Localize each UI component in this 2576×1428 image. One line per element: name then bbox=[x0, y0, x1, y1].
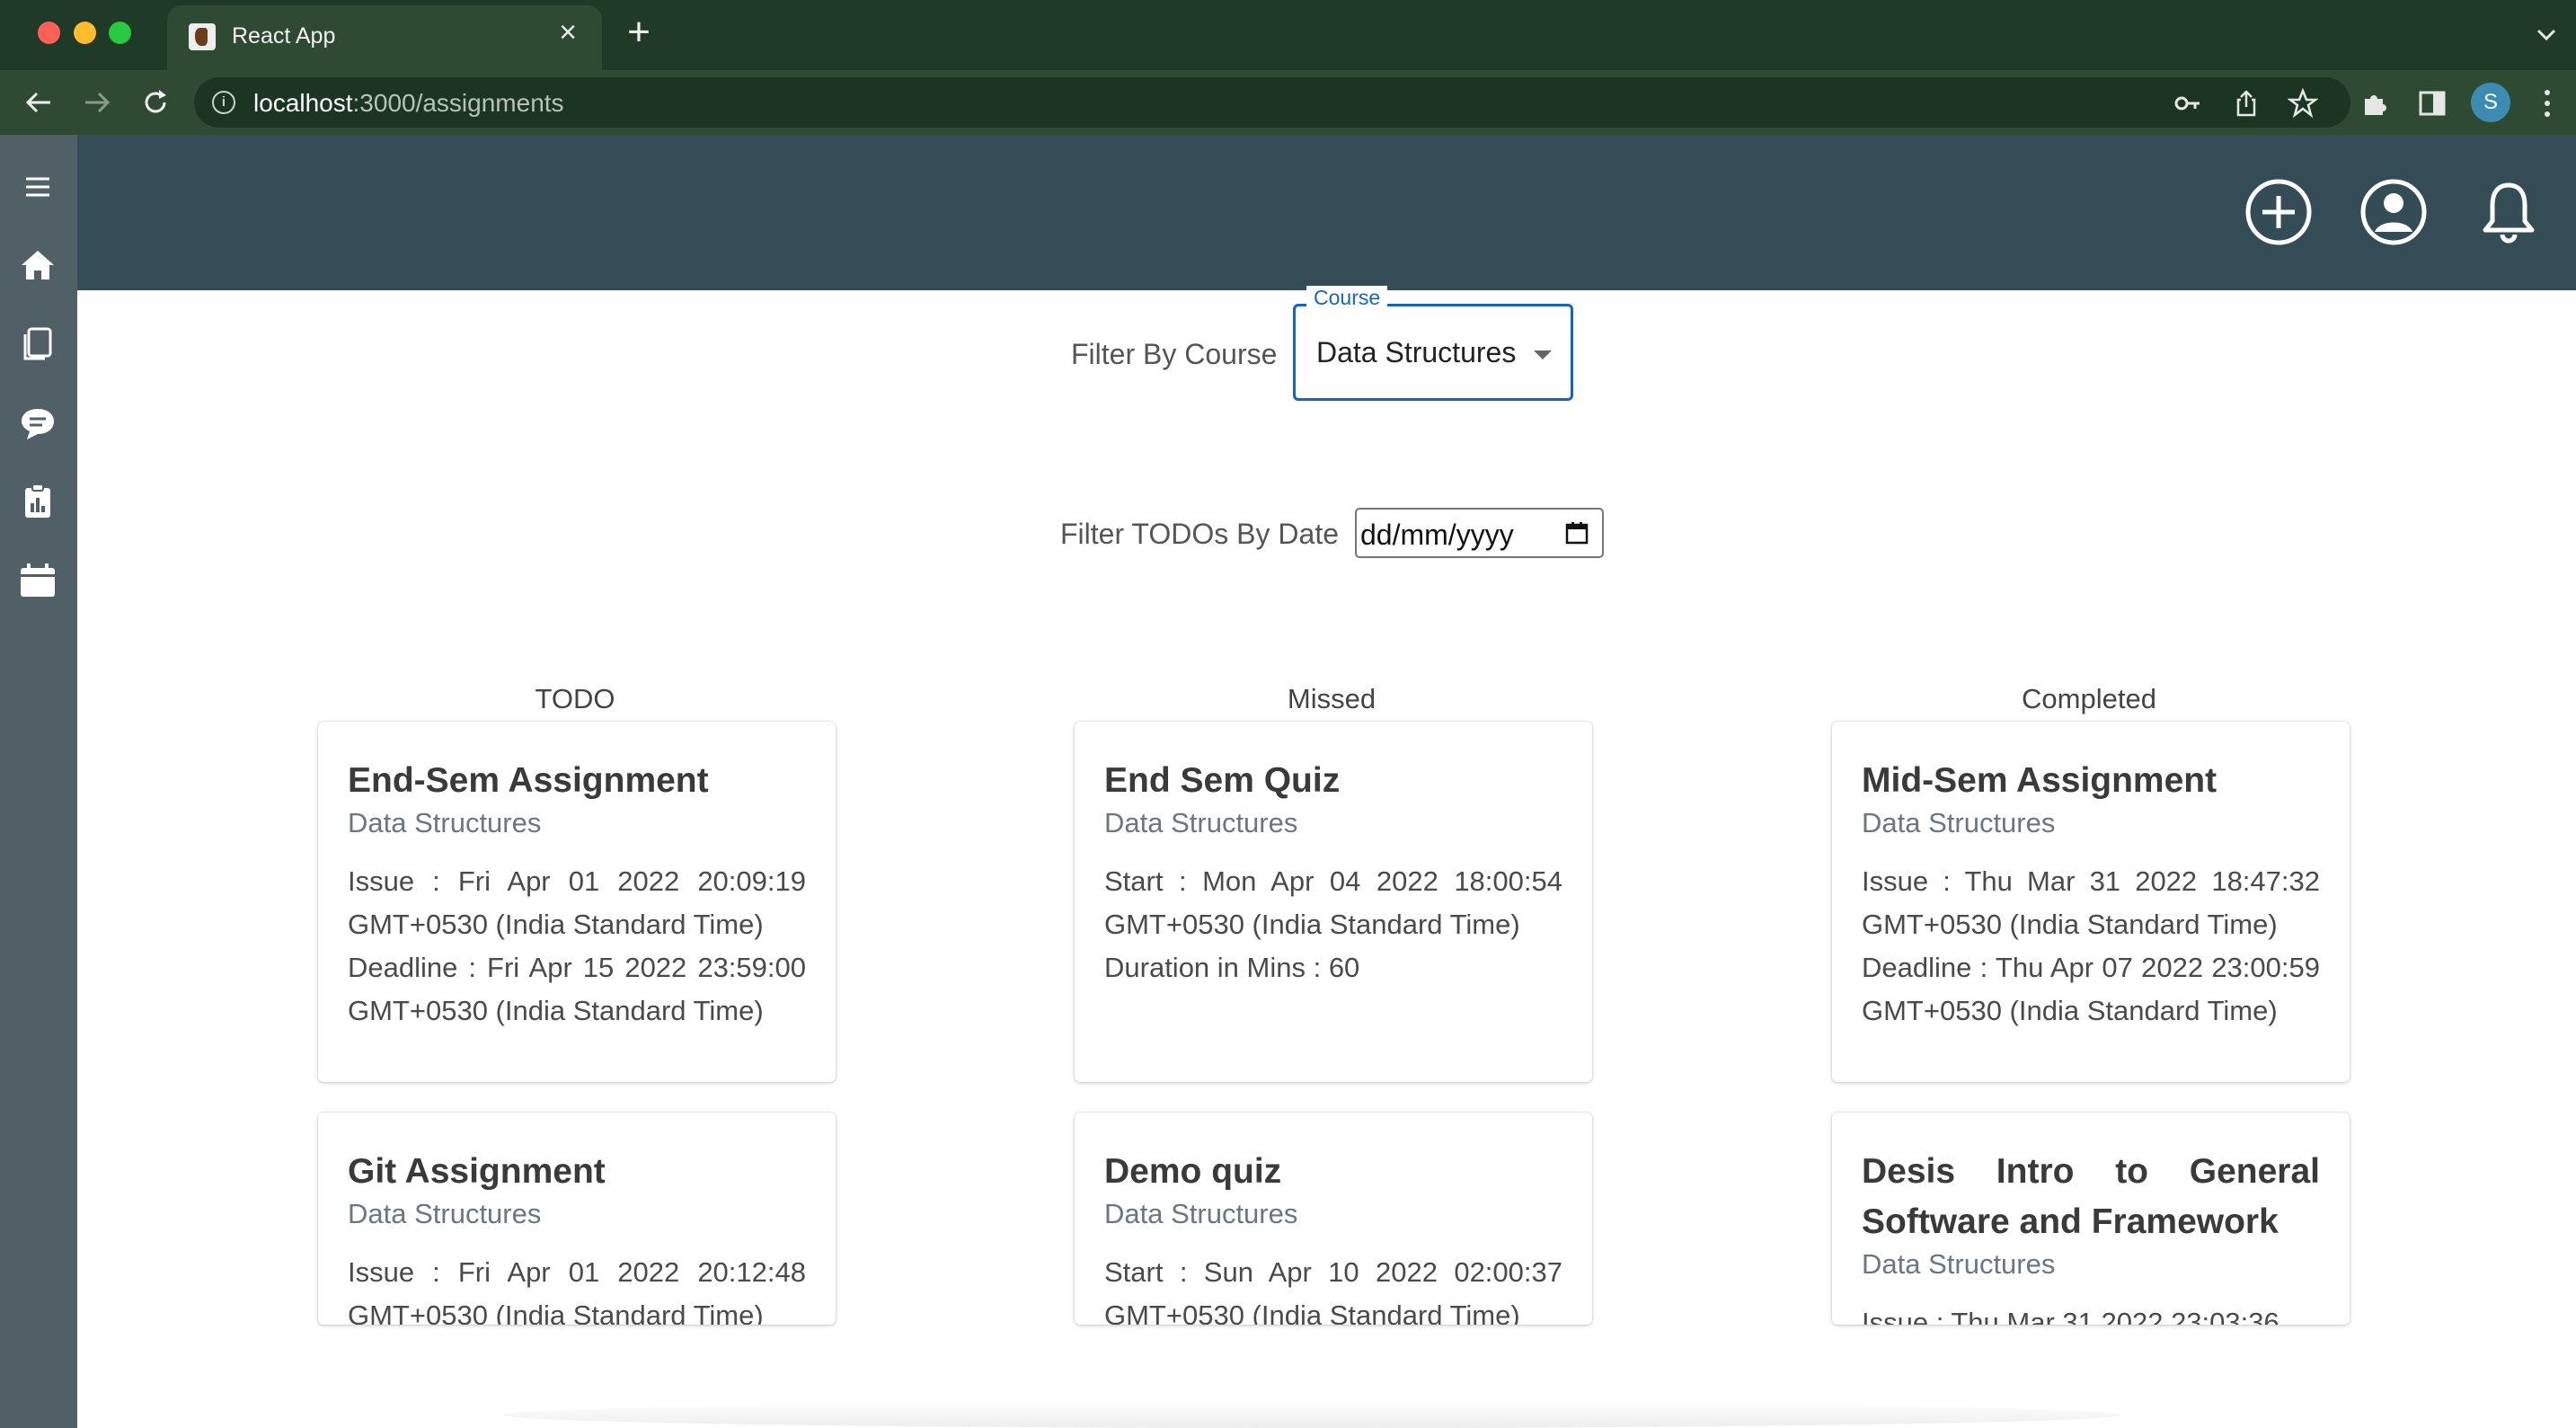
calendar-icon[interactable] bbox=[18, 561, 58, 600]
course-select-value: Data Structures bbox=[1316, 336, 1517, 368]
extensions-puzzle-icon[interactable] bbox=[2359, 88, 2390, 119]
assignment-card[interactable]: Demo quiz Data Structures Start : Sun Ap… bbox=[1075, 1113, 1592, 1325]
account-circle-icon[interactable] bbox=[2358, 176, 2430, 248]
card-detail: Issue : Thu Mar 31 2022 18:47:32 GMT+053… bbox=[1862, 865, 2320, 940]
course-select-legend: Course bbox=[1306, 286, 1388, 310]
card-title: End-Sem Assignment bbox=[348, 761, 709, 800]
add-circle-icon[interactable] bbox=[2243, 176, 2315, 248]
card-detail: Start : Mon Apr 04 2022 18:00:54 GMT+053… bbox=[1104, 865, 1562, 940]
date-placeholder: dd/mm/yyyy bbox=[1360, 519, 1514, 551]
card-title: Git Assignment bbox=[348, 1152, 606, 1191]
close-window-button[interactable] bbox=[38, 22, 60, 44]
app-header bbox=[77, 135, 2576, 290]
profile-avatar[interactable]: S bbox=[2471, 83, 2510, 122]
card-detail: Deadline : Thu Apr 07 2022 23:00:59 GMT+… bbox=[1862, 952, 2320, 1026]
tab-search-chevron-icon[interactable] bbox=[2532, 20, 2561, 49]
minimize-window-button[interactable] bbox=[74, 22, 96, 44]
dropdown-arrow-icon[interactable] bbox=[1534, 350, 1552, 359]
card-detail: Deadline : Fri Apr 15 2022 23:59:00 GMT+… bbox=[348, 952, 806, 1026]
favicon-icon bbox=[189, 23, 216, 50]
card-title: Desis Intro to General Software and Fram… bbox=[1862, 1152, 2320, 1241]
browser-tab-bar: React App × + bbox=[0, 0, 2576, 70]
side-panel-icon[interactable] bbox=[2417, 88, 2448, 119]
column-title-todo: TODO bbox=[535, 683, 615, 714]
chat-icon[interactable] bbox=[18, 404, 58, 443]
date-filter-label: Filter TODOs By Date bbox=[1060, 518, 1339, 550]
new-tab-button[interactable]: + bbox=[620, 13, 658, 52]
browser-toolbar: i localhost:3000/assignments S bbox=[0, 70, 2576, 135]
tab-title: React App bbox=[232, 23, 336, 49]
card-course: Data Structures bbox=[348, 1198, 542, 1229]
reload-icon[interactable] bbox=[139, 86, 172, 119]
tab-close-icon[interactable]: × bbox=[552, 16, 584, 49]
card-course: Data Structures bbox=[1104, 1198, 1298, 1229]
assignment-card[interactable]: End Sem Quiz Data Structures Start : Mon… bbox=[1075, 722, 1592, 1082]
assignment-card[interactable]: End-Sem Assignment Data Structures Issue… bbox=[318, 722, 836, 1082]
card-title: Mid-Sem Assignment bbox=[1862, 761, 2217, 800]
assignment-card[interactable]: Desis Intro to General Software and Fram… bbox=[1832, 1113, 2350, 1325]
course-filter: Filter By Course Course Data Structures bbox=[77, 286, 2576, 406]
share-icon[interactable] bbox=[2231, 88, 2262, 119]
column-title-completed: Completed bbox=[2022, 683, 2156, 714]
forward-arrow-icon[interactable] bbox=[81, 86, 113, 119]
card-course: Data Structures bbox=[348, 807, 542, 838]
key-icon[interactable] bbox=[2173, 88, 2203, 119]
site-info-icon[interactable]: i bbox=[212, 91, 235, 114]
card-title: End Sem Quiz bbox=[1104, 761, 1341, 800]
url-text: localhost:3000/assignments bbox=[253, 89, 564, 117]
calendar-picker-icon[interactable] bbox=[1564, 520, 1589, 545]
back-arrow-icon[interactable] bbox=[22, 86, 55, 119]
course-filter-label: Filter By Course bbox=[1071, 338, 1278, 370]
card-detail: Start : Sun Apr 10 2022 02:00:37 GMT+053… bbox=[1104, 1256, 1562, 1325]
column-title-missed: Missed bbox=[1287, 683, 1377, 714]
menu-icon[interactable] bbox=[18, 167, 58, 207]
notebook-icon[interactable] bbox=[18, 324, 58, 364]
date-filter-input[interactable]: dd/mm/yyyy bbox=[1355, 508, 1604, 558]
address-bar[interactable]: i localhost:3000/assignments bbox=[194, 77, 2350, 128]
assignment-card[interactable]: Mid-Sem Assignment Data Structures Issue… bbox=[1832, 722, 2350, 1082]
card-detail: Issue : Thu Mar 31 2022 23:03:36 bbox=[1862, 1307, 2279, 1325]
zoom-window-button[interactable] bbox=[109, 22, 131, 44]
card-course: Data Structures bbox=[1862, 807, 2056, 838]
report-icon[interactable] bbox=[18, 482, 58, 521]
card-detail: Duration in Mins : 60 bbox=[1104, 952, 1360, 983]
bell-icon[interactable] bbox=[2473, 176, 2545, 248]
more-options-icon[interactable] bbox=[2541, 88, 2554, 119]
scroll-shadow bbox=[503, 1402, 2120, 1428]
bookmark-star-icon[interactable] bbox=[2288, 88, 2318, 119]
assignment-card[interactable]: Git Assignment Data Structures Issue : F… bbox=[318, 1113, 836, 1325]
card-detail: Issue : Fri Apr 01 2022 20:12:48 GMT+053… bbox=[348, 1256, 806, 1325]
card-title: Demo quiz bbox=[1104, 1152, 1282, 1191]
card-course: Data Structures bbox=[1104, 807, 1298, 838]
browser-tab[interactable]: React App × bbox=[167, 5, 602, 70]
home-icon[interactable] bbox=[18, 245, 58, 285]
app-sidebar bbox=[0, 135, 77, 1428]
card-detail: Issue : Fri Apr 01 2022 20:09:19 GMT+053… bbox=[348, 865, 806, 940]
card-course: Data Structures bbox=[1862, 1248, 2056, 1280]
